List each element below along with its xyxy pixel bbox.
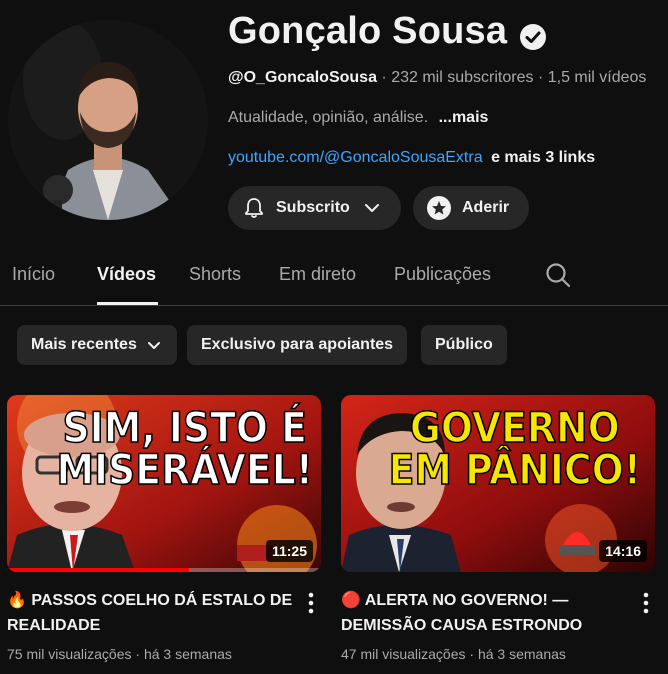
tab-home[interactable]: Início [12,264,55,285]
thumbnail-line: SIM, ISTO É [62,403,308,452]
video-stats: 47 mil visualizações · há 3 semanas [341,646,566,662]
video-thumbnail[interactable]: SIM, ISTO É MISERÁVEL! 11:25 [7,395,321,572]
meta-separator: · [381,69,387,86]
more-vert-icon[interactable] [301,591,321,615]
channel-name: Gonçalo Sousa [228,10,547,53]
video-title[interactable]: 🔴 ALERTA NO GOVERNO! — DEMISSÃO CAUSA ES… [341,588,631,638]
thumbnail-headline: SIM, ISTO É MISERÁVEL! [56,403,314,494]
verified-icon [519,18,547,50]
tab-live[interactable]: Em direto [279,264,356,285]
join-label: Aderir [462,199,510,216]
more-link[interactable]: ...mais [439,109,489,126]
bell-icon [245,198,263,218]
channel-links: youtube.com/@GoncaloSousaExtra e mais 3 … [228,149,595,167]
video-card[interactable]: GOVERNO EM PÂNICO! 14:16 🔴 ALERTA NO GOV… [341,395,655,662]
thumbnail-line: EM PÂNICO! [388,445,642,494]
channel-header: Gonçalo Sousa @O_GoncaloSousa · 232 mil … [0,0,668,240]
meta-separator: · [469,646,475,662]
tab-shorts[interactable]: Shorts [189,264,241,285]
thumbnail-line: GOVERNO [409,403,620,452]
filter-chip-latest[interactable]: Mais recentes [17,325,177,365]
channel-tabs: Início Vídeos Shorts Em direto Publicaçõ… [0,246,668,306]
active-tab-indicator [97,302,158,305]
channel-link[interactable]: youtube.com/@GoncaloSousaExtra [228,149,483,166]
more-vert-icon[interactable] [636,591,656,615]
video-stats: 75 mil visualizações · há 3 semanas [7,646,232,662]
upload-age: há 3 semanas [477,646,566,662]
chip-label: Mais recentes [31,336,137,353]
chip-label: Exclusivo para apoiantes [201,336,394,353]
video-count: 1,5 mil vídeos [547,69,647,86]
channel-description[interactable]: Atualidade, opinião, análise. ...mais [228,109,488,127]
filter-chip-members[interactable]: Exclusivo para apoiantes [187,325,408,365]
channel-name-text: Gonçalo Sousa [228,10,508,52]
search-icon[interactable] [544,261,572,289]
upload-age: há 3 semanas [143,646,232,662]
tab-videos[interactable]: Vídeos [97,264,156,285]
view-count: 47 mil visualizações [341,646,466,662]
thumbnail-headline: GOVERNO EM PÂNICO! [388,403,642,494]
chevron-down-icon [364,204,379,212]
thumbnail-line: MISERÁVEL! [56,445,314,494]
video-duration: 14:16 [599,540,647,562]
chevron-down-icon [147,342,160,349]
meta-separator: · [135,646,141,662]
subscribed-button[interactable]: Subscrito [228,186,401,230]
meta-separator: · [537,69,544,86]
channel-meta: @O_GoncaloSousa · 232 mil subscritores ·… [228,69,646,87]
subscribed-label: Subscrito [276,199,350,216]
description-text: Atualidade, opinião, análise. [228,109,429,126]
more-links[interactable]: e mais 3 links [491,149,595,166]
filter-chip-public[interactable]: Público [421,325,507,365]
subscriber-count: 232 mil subscritores [391,69,534,86]
view-count: 75 mil visualizações [7,646,132,662]
channel-avatar[interactable] [8,20,208,220]
tab-posts[interactable]: Publicações [394,264,491,285]
star-icon [427,196,451,220]
video-card[interactable]: SIM, ISTO É MISERÁVEL! 11:25 🔥 PASSOS CO… [7,395,321,662]
chip-label: Público [435,336,493,353]
video-thumbnail[interactable]: GOVERNO EM PÂNICO! 14:16 [341,395,655,572]
video-duration: 11:25 [265,540,313,562]
join-button[interactable]: Aderir [413,186,529,230]
watch-progress [7,568,190,572]
channel-handle: @O_GoncaloSousa [228,69,377,86]
video-title[interactable]: 🔥 PASSOS COELHO DÁ ESTALO DE REALIDADE [7,588,297,638]
